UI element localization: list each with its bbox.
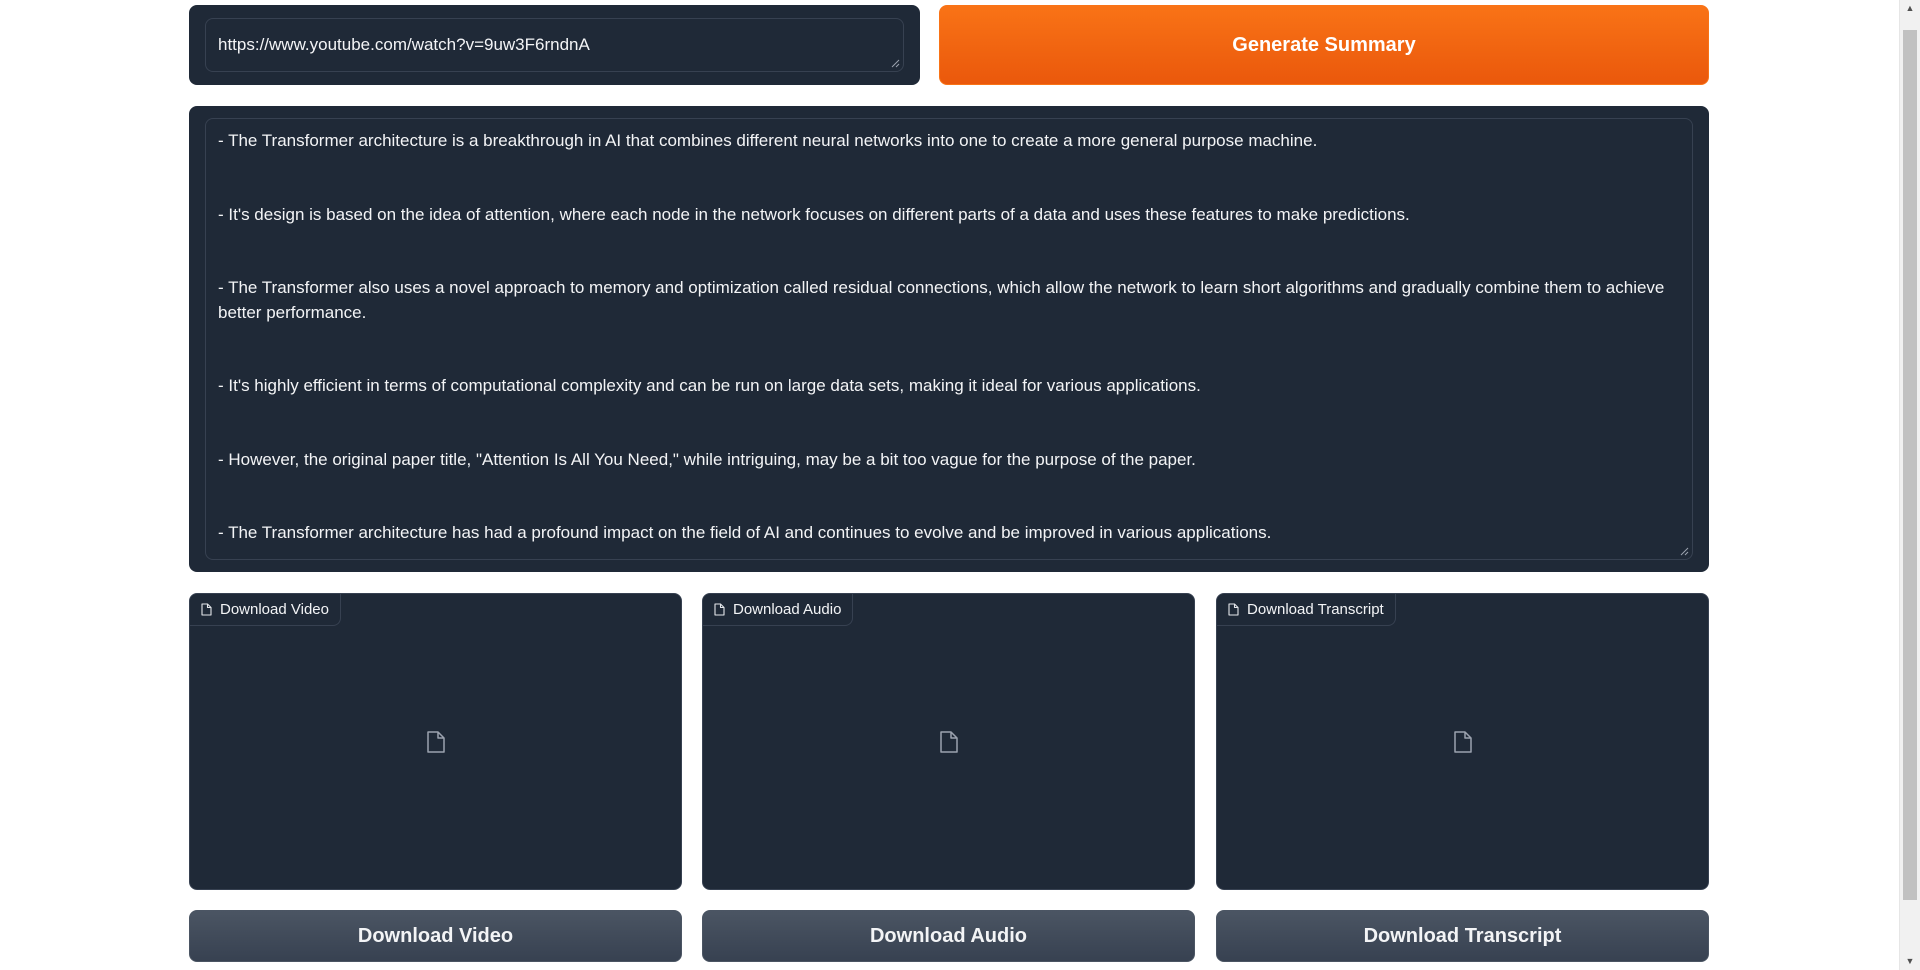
generate-summary-button[interactable]: Generate Summary — [939, 5, 1709, 85]
summary-line: - It's design is based on the idea of at… — [218, 204, 1410, 224]
transcript-file-box[interactable]: Download Transcript — [1216, 593, 1709, 890]
resize-grip-icon[interactable] — [1680, 547, 1689, 556]
summary-line: - The Transformer also uses a novel appr… — [218, 278, 1665, 322]
transcript-file-label: Download Transcript — [1217, 594, 1396, 626]
url-panel: https://www.youtube.com/watch?v=9uw3F6rn… — [189, 5, 920, 85]
summary-textarea[interactable]: - The Transformer architecture is a brea… — [205, 118, 1693, 560]
video-file-label-text: Download Video — [220, 601, 329, 618]
scroll-down-arrow-icon[interactable]: ▼ — [1900, 953, 1920, 970]
page-scrollbar[interactable]: ▲ ▼ — [1899, 0, 1920, 970]
file-icon — [714, 603, 725, 616]
scrollbar-thumb[interactable] — [1903, 30, 1917, 900]
url-input-value: https://www.youtube.com/watch?v=9uw3F6rn… — [218, 35, 590, 54]
audio-file-box[interactable]: Download Audio — [702, 593, 1195, 890]
resize-grip-icon[interactable] — [891, 59, 900, 68]
transcript-file-label-text: Download Transcript — [1247, 601, 1384, 618]
file-icon — [1228, 603, 1239, 616]
download-transcript-button[interactable]: Download Transcript — [1216, 910, 1709, 962]
audio-file-label-text: Download Audio — [733, 601, 842, 618]
file-icon — [939, 730, 958, 753]
file-icon — [201, 603, 212, 616]
download-video-button[interactable]: Download Video — [189, 910, 682, 962]
video-file-box[interactable]: Download Video — [189, 593, 682, 890]
download-audio-button[interactable]: Download Audio — [702, 910, 1195, 962]
app-root: https://www.youtube.com/watch?v=9uw3F6rn… — [0, 0, 1920, 970]
scroll-up-arrow-icon[interactable]: ▲ — [1900, 0, 1920, 17]
summary-line: - However, the original paper title, "At… — [218, 449, 1196, 469]
file-icon — [426, 730, 445, 753]
summary-line: - The Transformer architecture is a brea… — [218, 131, 1318, 150]
video-file-label: Download Video — [190, 594, 341, 626]
summary-panel: - The Transformer architecture is a brea… — [189, 106, 1709, 572]
summary-line: - The Transformer architecture has had a… — [218, 523, 1272, 542]
file-icon — [1453, 730, 1472, 753]
audio-file-label: Download Audio — [703, 594, 854, 626]
url-input[interactable]: https://www.youtube.com/watch?v=9uw3F6rn… — [205, 18, 904, 72]
summary-line: - It's highly efficient in terms of comp… — [218, 376, 1201, 395]
